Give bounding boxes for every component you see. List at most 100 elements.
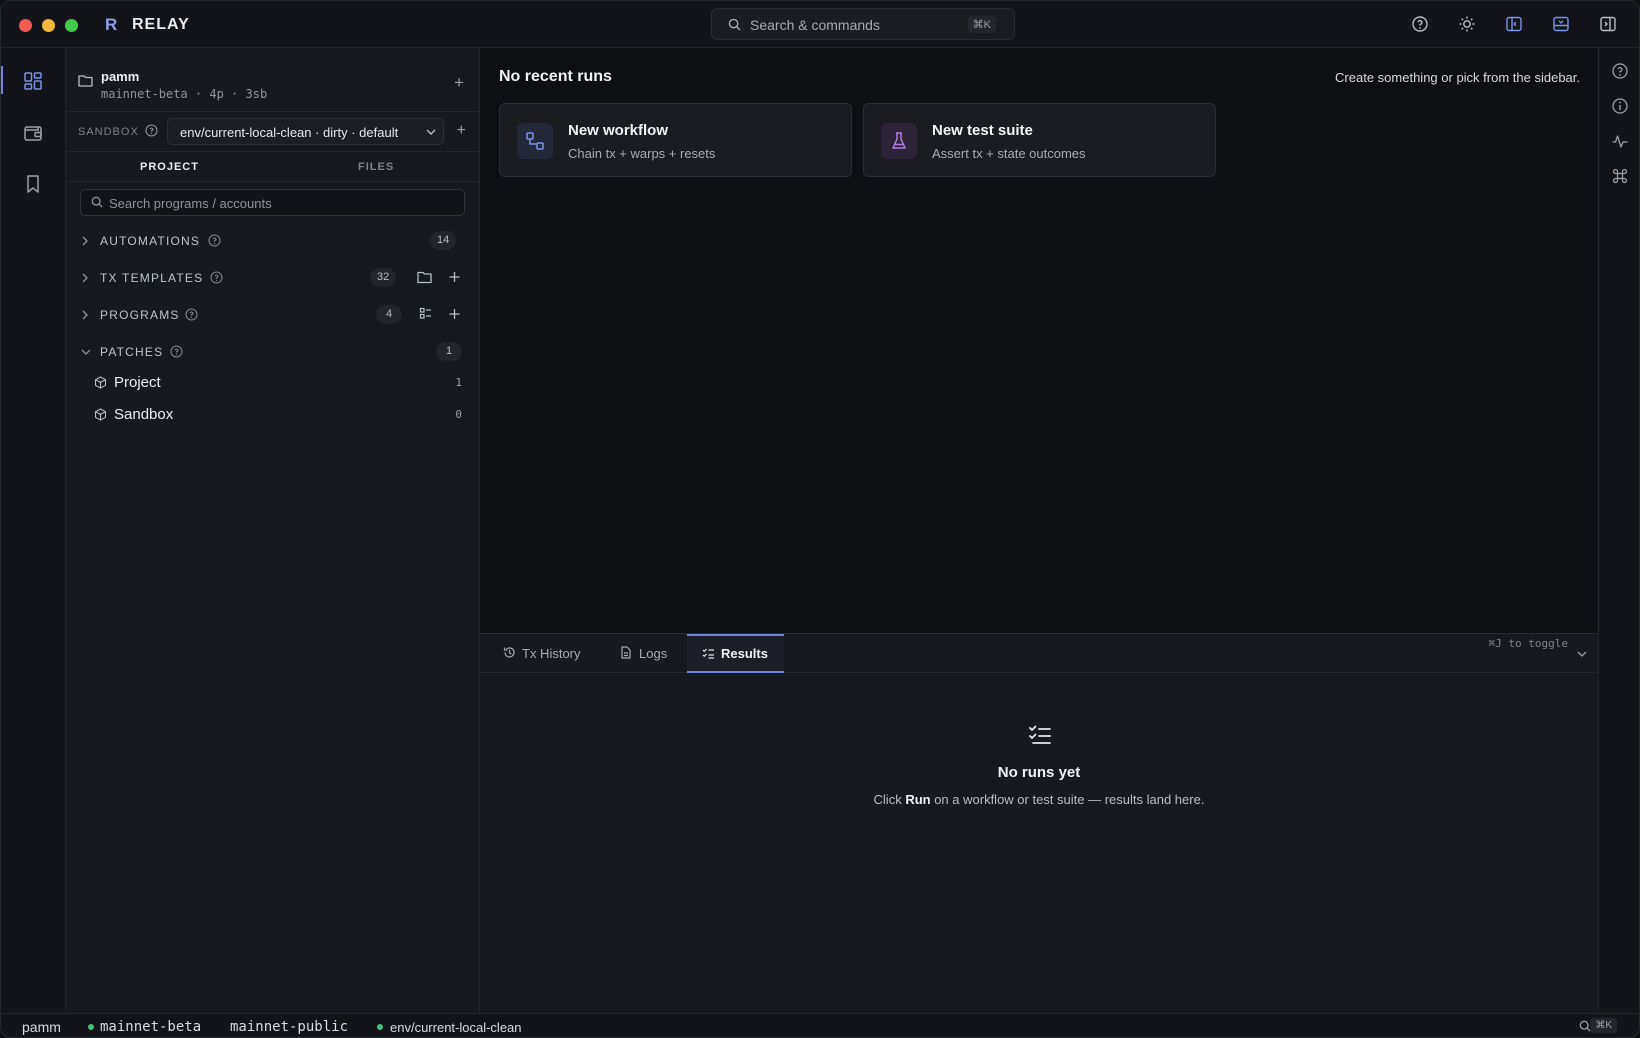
checklist-icon: [1029, 725, 1051, 744]
card-title: New test suite: [932, 122, 1033, 139]
tab-files[interactable]: FILES: [358, 161, 394, 173]
sandbox-help-icon[interactable]: [145, 124, 158, 137]
add-project-button[interactable]: +: [454, 73, 464, 93]
command-icon[interactable]: [1611, 167, 1629, 185]
card-subtitle: Chain tx + warps + resets: [568, 146, 716, 161]
command-search-input[interactable]: Search & commands ⌘K: [711, 8, 1015, 40]
collapse-panel-icon[interactable]: [1576, 648, 1588, 660]
section-count: 14: [430, 231, 457, 250]
tab-label: Tx History: [522, 646, 581, 661]
program-search-input[interactable]: Search programs / accounts: [80, 189, 465, 216]
help-icon[interactable]: [1411, 15, 1429, 33]
status-dot-cluster: [88, 1024, 94, 1030]
chevron-down-icon: [81, 349, 91, 355]
tab-tx-history[interactable]: Tx History: [492, 634, 602, 673]
section-count: 1: [436, 342, 462, 361]
cube-icon: [94, 408, 107, 421]
section-programs[interactable]: PROGRAMS 4: [66, 300, 480, 330]
help-icon[interactable]: [185, 308, 198, 321]
patch-name: Project: [114, 374, 161, 391]
search-shortcut: ⌘K: [967, 16, 996, 33]
chevron-down-icon: [426, 129, 436, 135]
toggle-left-panel-icon[interactable]: [1505, 15, 1523, 33]
sandbox-row: SANDBOX env/current-local-clean · dirty …: [66, 112, 480, 152]
search-icon: [91, 196, 103, 208]
toggle-right-panel-icon[interactable]: [1599, 15, 1617, 33]
main-content: No recent runs Create something or pick …: [480, 48, 1598, 633]
panel-tabs: Tx History Logs Results ⌘J to toggle: [480, 634, 1598, 673]
flask-icon: [881, 123, 917, 159]
section-label: PATCHES: [100, 345, 164, 359]
add-sandbox-button[interactable]: +: [457, 122, 466, 140]
toggle-hint: ⌘J to toggle: [1488, 637, 1568, 650]
status-env[interactable]: env/current-local-clean: [390, 1020, 522, 1035]
status-dot-env: [377, 1024, 383, 1030]
chevron-right-icon: [82, 273, 88, 283]
project-header[interactable]: pamm mainnet-beta · 4p · 3sb +: [66, 48, 480, 112]
patch-item-project[interactable]: Project 1: [66, 368, 480, 398]
cube-icon: [94, 376, 107, 389]
patch-item-sandbox[interactable]: Sandbox 0: [66, 400, 480, 430]
search-icon[interactable]: [1579, 1020, 1591, 1032]
add-icon[interactable]: [448, 270, 461, 284]
app-window: R RELAY Search & commands ⌘K pamm mainne…: [0, 0, 1640, 1038]
chevron-right-icon: [82, 236, 88, 246]
app-logo-icon: R: [105, 15, 118, 34]
tab-project[interactable]: PROJECT: [140, 161, 199, 173]
search-icon: [728, 18, 741, 31]
maximize-window-button[interactable]: [65, 19, 78, 32]
info-icon[interactable]: [1611, 97, 1629, 115]
activity-icon[interactable]: [1611, 132, 1629, 150]
help-icon[interactable]: [1611, 62, 1629, 80]
status-shortcut: ⌘K: [1590, 1018, 1617, 1033]
folder-icon[interactable]: [417, 270, 432, 284]
program-search-placeholder: Search programs / accounts: [109, 196, 272, 211]
project-meta: mainnet-beta · 4p · 3sb: [101, 87, 268, 101]
sandbox-select[interactable]: env/current-local-clean · dirty · defaul…: [167, 118, 444, 145]
patch-name: Sandbox: [114, 406, 174, 423]
status-cluster[interactable]: mainnet-beta: [100, 1019, 201, 1035]
sidebar-tabs: PROJECT FILES: [66, 152, 480, 182]
minimize-window-button[interactable]: [42, 19, 55, 32]
close-window-button[interactable]: [19, 19, 32, 32]
section-automations[interactable]: AUTOMATIONS 14: [66, 226, 480, 256]
toggle-bottom-panel-icon[interactable]: [1552, 15, 1570, 33]
wallet-icon[interactable]: [22, 122, 44, 144]
chevron-right-icon: [82, 310, 88, 320]
sandbox-label: SANDBOX: [78, 126, 139, 138]
section-label: TX TEMPLATES: [100, 271, 204, 285]
tab-results[interactable]: Results: [687, 634, 784, 673]
grid-list-icon[interactable]: [419, 307, 432, 320]
history-icon: [503, 647, 515, 658]
empty-text-pre: Click: [873, 792, 906, 807]
status-bar: pamm mainnet-beta mainnet-public env/cur…: [1, 1013, 1639, 1037]
tab-label: Logs: [639, 646, 668, 661]
empty-text-post: on a workflow or test suite — results la…: [930, 792, 1205, 807]
bookmark-icon[interactable]: [22, 173, 44, 195]
empty-state-description: Click Run on a workflow or test suite — …: [480, 792, 1598, 807]
file-icon: [621, 646, 631, 659]
help-icon[interactable]: [208, 234, 221, 247]
activity-rail: [1, 48, 66, 1013]
theme-toggle-icon[interactable]: [1458, 15, 1476, 33]
empty-text-run: Run: [905, 792, 931, 807]
patch-count: 0: [455, 408, 462, 421]
add-icon[interactable]: [448, 307, 461, 321]
new-workflow-card[interactable]: New workflow Chain tx + warps + resets: [499, 103, 852, 177]
right-rail: [1598, 48, 1639, 1013]
project-sidebar: pamm mainnet-beta · 4p · 3sb + SANDBOX e…: [66, 48, 480, 1013]
workflow-icon: [517, 123, 553, 159]
status-rpc[interactable]: mainnet-public: [230, 1019, 348, 1035]
folder-icon: [78, 75, 93, 87]
new-test-suite-card[interactable]: New test suite Assert tx + state outcome…: [863, 103, 1216, 177]
help-icon[interactable]: [210, 271, 223, 284]
status-project[interactable]: pamm: [22, 1019, 61, 1035]
tab-logs[interactable]: Logs: [608, 634, 678, 673]
dashboard-icon[interactable]: [22, 70, 44, 92]
help-icon[interactable]: [170, 345, 183, 358]
sandbox-select-value: env/current-local-clean · dirty · defaul…: [180, 125, 399, 140]
section-count: 4: [376, 305, 402, 324]
section-tx-templates[interactable]: TX TEMPLATES 32: [66, 263, 480, 293]
patch-count: 1: [455, 376, 462, 389]
section-patches[interactable]: PATCHES 1: [66, 337, 480, 367]
